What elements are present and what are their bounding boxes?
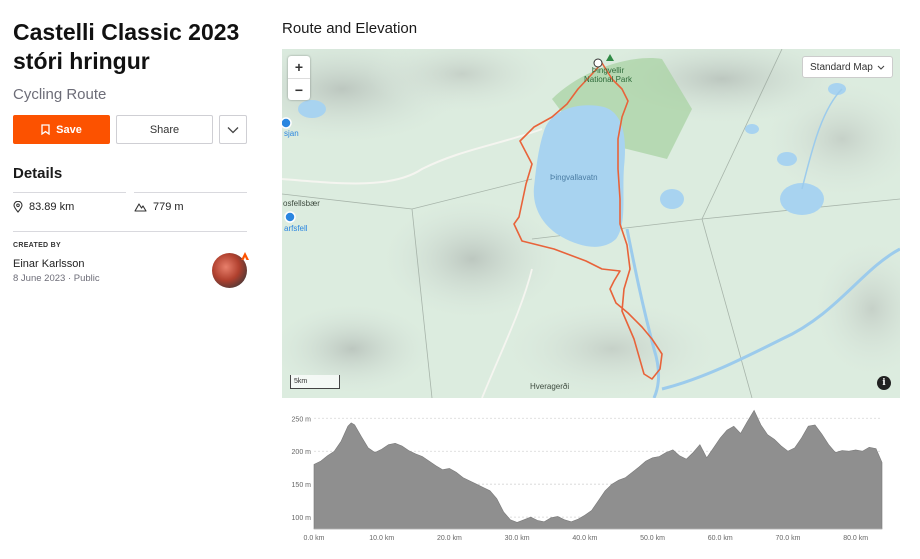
x-tick-label: 20.0 km: [437, 535, 462, 542]
x-tick-label: 40.0 km: [572, 535, 597, 542]
map-zoom-controls: + −: [288, 56, 310, 100]
terrain-shade: [382, 199, 562, 319]
map-scale-bar: 5km: [290, 375, 340, 389]
x-tick-label: 60.0 km: [708, 535, 733, 542]
map-label-park: Þingvellir National Park: [584, 66, 632, 84]
y-tick-label: 200 m: [292, 449, 312, 456]
created-by-label: CREATED BY: [13, 242, 61, 249]
x-tick-label: 70.0 km: [776, 535, 801, 542]
map-label-park-line-1: Þingvellir: [591, 66, 625, 75]
author-avatar[interactable]: [212, 252, 249, 288]
share-button[interactable]: Share: [116, 115, 213, 144]
map-label-poi-west-2: arfsfell: [284, 224, 308, 233]
visibility-status: Public: [73, 273, 100, 284]
chevron-down-icon: [877, 65, 885, 70]
author-name[interactable]: Einar Karlsson: [13, 258, 100, 270]
elevation-stat: 779 m: [134, 192, 247, 213]
elevation-gain-value: 779 m: [153, 201, 184, 213]
poi-marker: [284, 211, 296, 223]
save-button[interactable]: Save: [13, 115, 110, 144]
elevation-area: [313, 409, 883, 530]
mountain-icon: [134, 203, 147, 212]
y-tick-label: 100 m: [292, 515, 312, 522]
lake: [745, 124, 759, 134]
details-heading: Details: [13, 165, 63, 182]
divider: [13, 231, 247, 232]
author-info: Einar Karlsson 8 June 2023 · Public: [13, 258, 100, 284]
bookmark-icon: [41, 124, 50, 135]
route-title-line-2: stóri hringur: [13, 48, 150, 74]
lake: [298, 100, 326, 118]
route-type: Cycling Route: [13, 86, 107, 103]
subscriber-badge-icon: [241, 252, 249, 260]
lake: [660, 189, 684, 209]
map-style-label: Standard Map: [810, 61, 873, 73]
map-label-park-line-2: National Park: [584, 75, 633, 84]
x-tick-label: 30.0 km: [505, 535, 530, 542]
save-button-label: Save: [56, 123, 82, 136]
y-tick-label: 150 m: [292, 482, 312, 489]
author-meta: 8 June 2023 · Public: [13, 273, 100, 284]
map-style-dropdown[interactable]: Standard Map: [802, 56, 893, 78]
chevron-down-icon: [227, 126, 239, 133]
route-title: Castelli Classic 2023 stóri hringur: [13, 18, 247, 76]
route-elevation-heading: Route and Elevation: [282, 20, 418, 37]
map-info-icon[interactable]: i: [877, 376, 891, 390]
distance-value: 83.89 km: [29, 201, 75, 213]
route-stats: 83.89 km 779 m: [13, 192, 247, 213]
location-pin-icon: [13, 201, 23, 213]
route-title-line-1: Castelli Classic 2023: [13, 19, 240, 45]
map-label-town-west: osfellsbær: [283, 199, 320, 208]
x-tick-label: 80.0 km: [843, 535, 868, 542]
x-tick-label: 0.0 km: [303, 535, 324, 542]
distance-stat: 83.89 km: [13, 192, 126, 213]
elevation-profile-chart[interactable]: 100 m 150 m 200 m 250 m 0.0 km 10.0 km 20.0 km…: [282, 405, 900, 555]
map-label-lake: Þingvallavatn: [550, 173, 598, 182]
more-options-button[interactable]: [219, 115, 247, 144]
route-actions: Save Share: [13, 115, 247, 144]
map-label-town-south: Hveragerði: [530, 382, 570, 391]
map-terrain: [282, 49, 900, 398]
zoom-out-button[interactable]: −: [288, 78, 310, 100]
poi-marker: [282, 117, 292, 129]
lake: [828, 83, 846, 95]
route-info-panel: Castelli Classic 2023 stóri hringur Cycl…: [13, 18, 249, 288]
x-tick-label: 10.0 km: [369, 535, 394, 542]
x-tick-label: 50.0 km: [640, 535, 665, 542]
created-date: 8 June 2023: [13, 273, 66, 284]
y-tick-label: 250 m: [292, 416, 312, 423]
lake: [777, 152, 797, 166]
zoom-in-button[interactable]: +: [288, 56, 310, 78]
route-map[interactable]: Þingvellir National Park Þingvallavatn H…: [282, 49, 900, 398]
author-row: Einar Karlsson 8 June 2023 · Public: [13, 252, 249, 288]
map-label-poi-west-1: sjan: [284, 129, 299, 138]
